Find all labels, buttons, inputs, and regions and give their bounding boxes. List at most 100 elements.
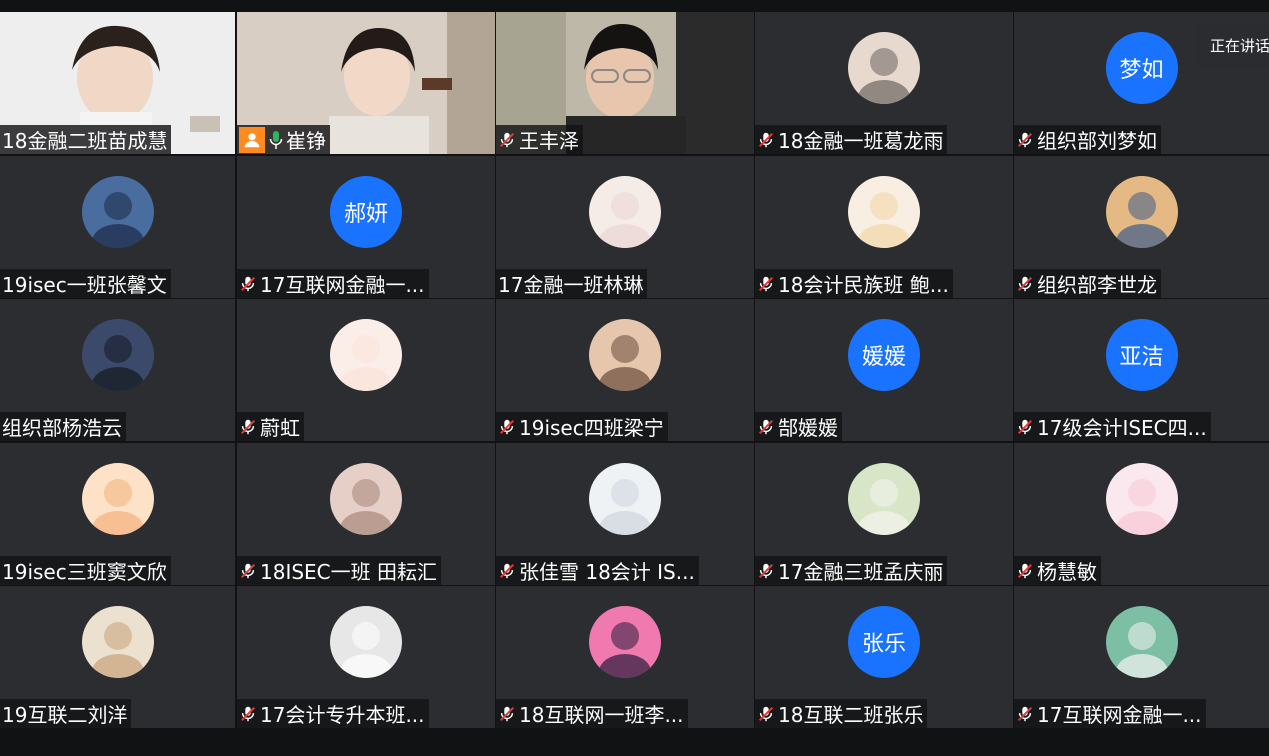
participant-name-label: 19isec四班梁宁 bbox=[496, 412, 668, 441]
avatar: 梦如 bbox=[1105, 32, 1178, 104]
mic-muted-icon bbox=[240, 419, 256, 434]
avatar-initials: 郝妍 bbox=[343, 202, 388, 227]
mic-active-icon bbox=[269, 130, 283, 149]
participant-tile[interactable]: 18会计民族班 鲍... bbox=[755, 156, 1013, 298]
participant-name: 17金融一班林琳 bbox=[498, 273, 644, 297]
participant-tile[interactable]: 19互联二刘洋 bbox=[0, 586, 235, 728]
cartoon-shop-icon bbox=[1105, 176, 1178, 248]
mic-muted-icon bbox=[1017, 132, 1033, 147]
participant-name: 19isec三班窦文欣 bbox=[2, 560, 167, 584]
participant-name: 17互联网金融一... bbox=[260, 273, 425, 297]
participant-tile[interactable]: 张佳雪 18会计 IS... bbox=[496, 443, 754, 585]
participant-tile[interactable]: 王丰泽 bbox=[496, 12, 754, 154]
neon-girl-icon bbox=[589, 606, 661, 678]
mic-muted-icon bbox=[758, 132, 774, 147]
participant-name: 18互联二班张乐 bbox=[778, 703, 924, 727]
avatar: 张乐 bbox=[848, 606, 920, 678]
participant-tile[interactable]: 组织部杨浩云 bbox=[0, 299, 235, 441]
avatar-initials: 媛媛 bbox=[861, 345, 906, 370]
participant-name: 17会计专升本班... bbox=[260, 703, 425, 727]
participant-tile[interactable]: 17金融三班孟庆丽 bbox=[755, 443, 1013, 585]
mic-muted-icon bbox=[758, 563, 774, 578]
participant-name: 17级会计ISEC四... bbox=[1037, 416, 1207, 440]
participant-name: 18互联网一班李... bbox=[519, 703, 684, 727]
avatar: 亚洁 bbox=[1105, 319, 1178, 391]
participant-tile[interactable]: 18互联网一班李... bbox=[496, 586, 754, 728]
avatar-initials: 亚洁 bbox=[1119, 345, 1164, 370]
mic-muted-icon bbox=[499, 132, 515, 147]
participant-name: 张佳雪 18会计 IS... bbox=[519, 560, 695, 584]
mic-muted-icon bbox=[240, 276, 256, 291]
participant-grid: 18金融二班苗成慧 崔铮 王丰泽 18金融一班葛龙雨 梦如组织部刘梦如 19isec一班张… bbox=[0, 12, 1269, 729]
mic-muted-icon bbox=[499, 706, 515, 721]
mic-muted-icon bbox=[240, 563, 256, 578]
participant-name-label: 18金融一班葛龙雨 bbox=[755, 125, 948, 154]
participant-tile[interactable]: 郝妍 17互联网金融一... bbox=[237, 156, 495, 298]
participant-name-label: 19isec三班窦文欣 bbox=[0, 556, 171, 585]
doll-portrait-icon bbox=[589, 176, 661, 248]
participant-tile[interactable]: 19isec一班张馨文 bbox=[0, 156, 235, 298]
participant-name: 18ISEC一班 田耘汇 bbox=[260, 560, 438, 584]
cute-face-icon bbox=[330, 319, 402, 391]
avatar-initials: 张乐 bbox=[861, 632, 906, 657]
participant-name-label: 17金融三班孟庆丽 bbox=[755, 556, 948, 585]
mic-muted-icon bbox=[1017, 419, 1033, 434]
dark-portrait-icon bbox=[81, 176, 154, 248]
participant-tile[interactable]: 17互联网金融一... bbox=[1014, 586, 1269, 728]
participant-name-label: 组织部刘梦如 bbox=[1014, 125, 1161, 154]
participant-tile[interactable]: 17会计专升本班... bbox=[237, 586, 495, 728]
participant-name-label: 17级会计ISEC四... bbox=[1014, 412, 1211, 441]
mic-muted-icon bbox=[499, 563, 515, 578]
participant-tile[interactable]: 媛媛郜媛媛 bbox=[755, 299, 1013, 441]
participant-tile[interactable]: 18ISEC一班 田耘汇 bbox=[237, 443, 495, 585]
participant-tile[interactable]: 蔚虹 bbox=[237, 299, 495, 441]
mic-muted-icon bbox=[1017, 276, 1033, 291]
participant-name-label: 郜媛媛 bbox=[755, 412, 842, 441]
participant-name: 19isec一班张馨文 bbox=[2, 273, 167, 297]
participant-name: 组织部杨浩云 bbox=[2, 416, 122, 440]
participant-tile[interactable]: 19isec三班窦文欣 bbox=[0, 443, 235, 585]
girl-bangs-icon bbox=[81, 463, 154, 535]
participant-name: 蔚虹 bbox=[260, 416, 300, 440]
avatar: 媛媛 bbox=[848, 319, 920, 391]
avatar: 郝妍 bbox=[330, 176, 402, 248]
participant-name-label: 王丰泽 bbox=[496, 125, 583, 154]
participant-name-label: 18互联网一班李... bbox=[496, 699, 688, 728]
participant-tile[interactable]: 18金融一班葛龙雨 bbox=[755, 12, 1013, 154]
mic-muted-icon bbox=[758, 706, 774, 721]
host-icon bbox=[239, 126, 265, 153]
participant-tile[interactable]: 19isec四班梁宁 bbox=[496, 299, 754, 441]
participant-name-label: 18会计民族班 鲍... bbox=[755, 269, 953, 298]
participant-name: 王丰泽 bbox=[519, 129, 579, 153]
participant-tile[interactable]: 18金融二班苗成慧 bbox=[0, 12, 235, 154]
participant-tile[interactable]: 亚洁 17级会计ISEC四... bbox=[1014, 299, 1269, 441]
pink-glasses-icon bbox=[1105, 463, 1178, 535]
speaking-indicator: 正在讲话 bbox=[1194, 22, 1269, 68]
panda-icon bbox=[848, 463, 920, 535]
participant-name-label: 组织部杨浩云 bbox=[0, 412, 126, 441]
participant-name-label: 蔚虹 bbox=[237, 412, 304, 441]
participant-name: 18金融二班苗成慧 bbox=[2, 129, 168, 153]
participant-tile[interactable]: 张乐 18互联二班张乐 bbox=[755, 586, 1013, 728]
mic-muted-icon bbox=[1017, 563, 1033, 578]
cat-sign-icon bbox=[81, 606, 154, 678]
participant-name: 18金融一班葛龙雨 bbox=[778, 129, 944, 153]
avatar-initials: 梦如 bbox=[1119, 58, 1164, 83]
participant-name: 17互联网金融一... bbox=[1037, 703, 1202, 727]
mic-muted-icon bbox=[1017, 706, 1033, 721]
sketch-man-icon bbox=[1105, 606, 1178, 678]
anime-girl-icon bbox=[848, 176, 920, 248]
participant-name-label: 19isec一班张馨文 bbox=[0, 269, 171, 298]
participant-name-label: 19互联二刘洋 bbox=[0, 699, 132, 728]
participant-name-label: 17金融一班林琳 bbox=[496, 269, 648, 298]
participant-tile[interactable]: 组织部李世龙 bbox=[1014, 156, 1269, 298]
participant-name: 组织部刘梦如 bbox=[1037, 129, 1157, 153]
participant-tile[interactable]: 17金融一班林琳 bbox=[496, 156, 754, 298]
participant-name: 19isec四班梁宁 bbox=[519, 416, 664, 440]
night-portrait-icon bbox=[81, 319, 154, 391]
girl-smile-icon bbox=[589, 319, 661, 391]
participant-name-label: 崔铮 bbox=[237, 125, 330, 154]
participant-tile[interactable]: 崔铮 bbox=[237, 12, 495, 154]
participant-tile[interactable]: 杨慧敏 bbox=[1014, 443, 1269, 585]
participant-name-label: 张佳雪 18会计 IS... bbox=[496, 556, 699, 585]
